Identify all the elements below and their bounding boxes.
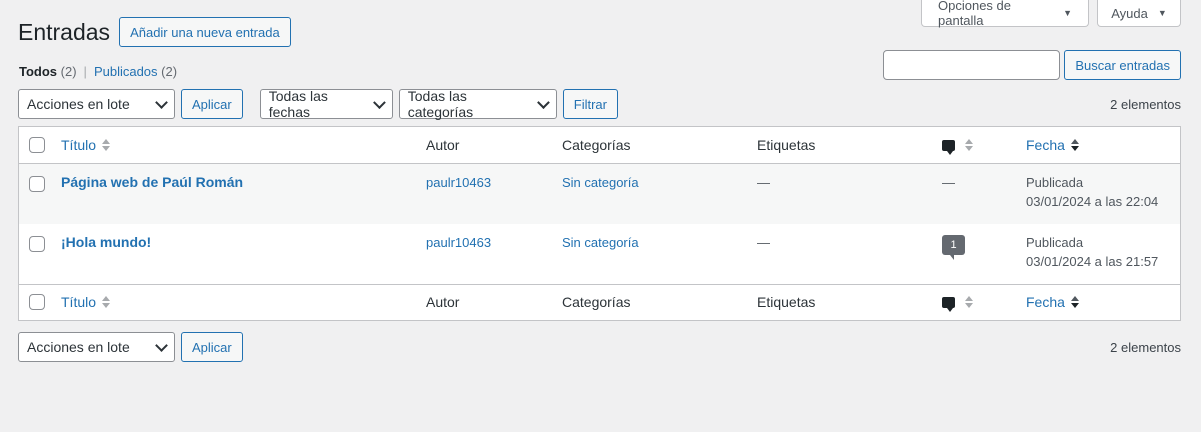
post-comments-none: — xyxy=(942,175,955,190)
apply-button-bottom[interactable]: Aplicar xyxy=(181,332,243,362)
column-date-label: Fecha xyxy=(1026,294,1065,310)
post-date-value: 03/01/2024 a las 21:57 xyxy=(1026,254,1159,269)
items-count: 2 elementos xyxy=(1110,96,1181,112)
sort-desc-icon xyxy=(1070,139,1079,151)
posts-table: Título Autor Categorías Etiquetas Fecha … xyxy=(18,126,1181,321)
apply-button[interactable]: Aplicar xyxy=(181,89,243,119)
view-separator: | xyxy=(83,64,87,79)
caret-down-icon: ▼ xyxy=(1063,8,1072,18)
column-date-sort[interactable]: Fecha xyxy=(1026,137,1079,153)
select-all-checkbox-footer[interactable] xyxy=(29,294,45,310)
comment-bubble-icon xyxy=(942,139,955,155)
view-published-label: Publicados xyxy=(93,64,158,79)
items-count-bottom: 2 elementos xyxy=(1110,339,1181,355)
bulk-actions-select[interactable]: Acciones en lote xyxy=(18,89,175,119)
table-row: ¡Hola mundo! paulr10463 Sin categoría — … xyxy=(19,224,1180,284)
post-date: Publicada 03/01/2024 a las 22:04 xyxy=(1026,173,1158,211)
table-row: Página web de Paúl Román paulr10463 Sin … xyxy=(19,164,1180,224)
column-categories-footer: Categorías xyxy=(562,294,631,310)
sort-icon xyxy=(965,139,973,151)
comment-bubble-icon xyxy=(942,296,955,312)
help-label: Ayuda xyxy=(1111,5,1148,21)
screen-meta-links: Opciones de pantalla ▼ Ayuda ▼ xyxy=(921,0,1181,28)
view-all-count: (2) xyxy=(60,64,77,79)
column-categories: Categorías xyxy=(562,137,631,153)
chevron-down-icon xyxy=(155,95,168,109)
post-status: Publicada xyxy=(1026,175,1084,190)
post-status: Publicada xyxy=(1026,235,1084,250)
bulk-actions-value: Acciones en lote xyxy=(27,339,130,355)
dates-filter-value: Todas las fechas xyxy=(268,88,328,120)
sort-icon xyxy=(102,296,111,308)
dates-filter-select[interactable]: Todas las fechas xyxy=(259,88,393,120)
column-title-sort[interactable]: Título xyxy=(61,137,111,153)
post-author-link[interactable]: paulr10463 xyxy=(426,235,491,250)
post-title-link[interactable]: ¡Hola mundo! xyxy=(61,234,151,250)
column-date-sort-footer[interactable]: Fecha xyxy=(1026,294,1079,310)
sort-icon xyxy=(102,139,111,151)
column-tags-footer: Etiquetas xyxy=(757,294,816,310)
tablenav-top: Acciones en lote Aplicar Todas las fecha… xyxy=(18,88,1181,120)
categories-filter-value: Todas las categorías xyxy=(407,88,474,120)
tablenav-bottom: Acciones en lote Aplicar 2 elementos xyxy=(18,332,1181,362)
post-comments-count[interactable]: 1 xyxy=(942,235,965,260)
table-footer: Título Autor Categorías Etiquetas Fecha xyxy=(19,284,1180,320)
post-author-link[interactable]: paulr10463 xyxy=(426,175,491,190)
screen-options-button[interactable]: Opciones de pantalla ▼ xyxy=(921,0,1089,28)
column-title-label: Título xyxy=(61,137,97,153)
caret-down-icon: ▼ xyxy=(1157,8,1167,18)
add-new-post-button[interactable]: Añadir una nueva entrada xyxy=(119,17,291,47)
sort-desc-icon xyxy=(1070,296,1079,308)
post-category-link[interactable]: Sin categoría xyxy=(562,235,639,250)
column-comments-sort[interactable] xyxy=(942,139,973,155)
column-date-label: Fecha xyxy=(1026,137,1065,153)
post-tags: — xyxy=(757,235,770,250)
chevron-down-icon xyxy=(537,95,550,109)
screen-options-label: Opciones de pantalla xyxy=(938,0,1011,28)
post-tags: — xyxy=(757,175,770,190)
post-date-value: 03/01/2024 a las 22:04 xyxy=(1026,194,1159,209)
view-all-label: Todos xyxy=(19,64,58,79)
chevron-down-icon xyxy=(155,338,168,352)
post-title-link[interactable]: Página web de Paúl Román xyxy=(61,174,243,190)
column-tags: Etiquetas xyxy=(757,137,816,153)
help-button[interactable]: Ayuda ▼ xyxy=(1097,0,1181,27)
view-all[interactable]: Todos (2) xyxy=(19,64,77,79)
filter-button[interactable]: Filtrar xyxy=(562,89,618,119)
bulk-actions-select-bottom[interactable]: Acciones en lote xyxy=(18,332,175,362)
categories-filter-select[interactable]: Todas las categorías xyxy=(398,88,557,120)
chevron-down-icon xyxy=(373,95,386,109)
select-all-checkbox[interactable] xyxy=(29,137,45,153)
column-title-label: Título xyxy=(61,294,97,310)
bulk-actions-value: Acciones en lote xyxy=(27,96,130,112)
view-published-count: (2) xyxy=(161,64,178,79)
post-category-link[interactable]: Sin categoría xyxy=(562,175,639,190)
sort-icon xyxy=(965,296,973,308)
row-checkbox[interactable] xyxy=(29,176,45,192)
column-comments-sort-footer[interactable] xyxy=(942,296,973,312)
column-author-footer: Autor xyxy=(426,294,460,310)
column-author: Autor xyxy=(426,137,460,153)
post-date: Publicada 03/01/2024 a las 21:57 xyxy=(1026,233,1158,271)
column-title-sort-footer[interactable]: Título xyxy=(61,294,111,310)
search-input[interactable] xyxy=(883,50,1061,80)
row-checkbox[interactable] xyxy=(29,236,45,252)
page-title: Entradas xyxy=(18,19,111,45)
view-published[interactable]: Publicados (2) xyxy=(94,64,177,79)
search-box: Buscar entradas xyxy=(883,50,1181,80)
table-header: Título Autor Categorías Etiquetas Fecha xyxy=(19,127,1180,164)
page-heading: Entradas Añadir una nueva entrada xyxy=(18,17,291,47)
views-filter: Todos (2) | Publicados (2) xyxy=(19,64,177,79)
search-posts-button[interactable]: Buscar entradas xyxy=(1064,50,1181,80)
